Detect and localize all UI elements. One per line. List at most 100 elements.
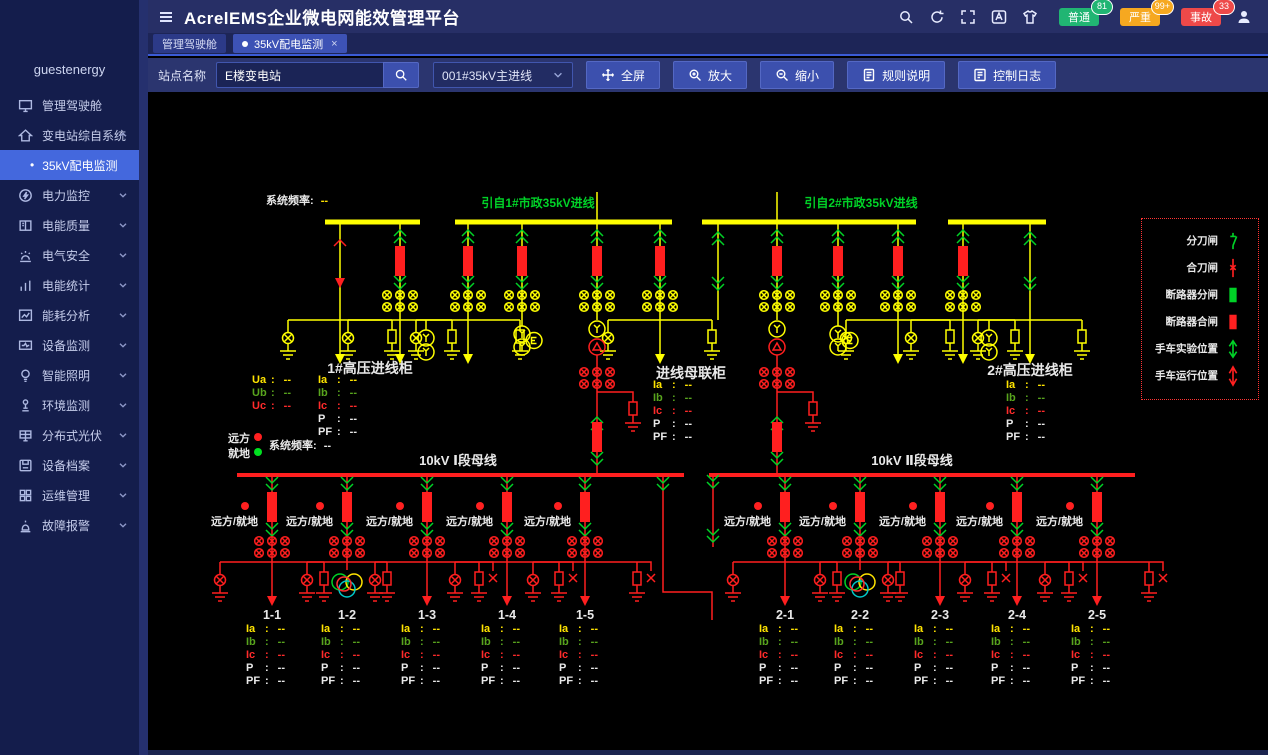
feeder-2-4[interactable] [957, 475, 1087, 606]
tab-1[interactable]: 35kV配电监测× [233, 34, 347, 53]
chevron-down-icon [117, 369, 129, 381]
header-actions: 普通81 严重99+ 事故33 [898, 8, 1268, 26]
substation-icon [18, 128, 33, 143]
feeder-1-1[interactable] [212, 475, 332, 606]
toolbar-button-4[interactable]: 控制日志 [958, 61, 1056, 89]
system-frequency-mid: 系统频率: -- [269, 437, 331, 453]
feeder-measurements-1-4: Ia:--Ib:--Ic:--P:--PF:-- [481, 623, 520, 688]
alarm-chip-2[interactable]: 事故33 [1181, 8, 1221, 26]
alarm-chip-1[interactable]: 严重99+ [1120, 8, 1160, 26]
toolbar-button-0[interactable]: 全屏 [586, 61, 660, 89]
sidebar-item-0[interactable]: 管理驾驶舱 [0, 90, 139, 120]
tab-0[interactable]: 管理驾驶舱 [153, 34, 226, 53]
toolbar-button-3[interactable]: 规则说明 [847, 61, 945, 89]
feeder-label-2-2: 2-2 [822, 608, 898, 622]
chevron-up-icon [117, 129, 129, 141]
cabinet2-label: 2#高压进线柜 [955, 360, 1105, 380]
hamburger-icon[interactable] [158, 9, 174, 25]
alarm-chip-0[interactable]: 普通81 [1059, 8, 1099, 26]
archive-icon [18, 458, 33, 473]
power-icon [18, 188, 33, 203]
close-icon[interactable]: × [331, 38, 337, 50]
site-search-input[interactable] [216, 62, 383, 88]
legend-item-3: 断路器合闸 [1142, 308, 1258, 335]
remote-local-label: 远方/就地 [697, 513, 771, 529]
chevron-down-icon [117, 339, 129, 351]
local-label: 就地 [228, 445, 250, 461]
sidebar-item-4[interactable]: 电气安全 [0, 240, 139, 270]
sidebar-item-8[interactable]: 智能照明 [0, 360, 139, 390]
sidebar-item-1[interactable]: 变电站综自系统 [0, 120, 139, 150]
feeder-measurements-2-5: Ia:--Ib:--Ic:--P:--PF:-- [1071, 623, 1110, 688]
translate-icon[interactable] [991, 9, 1007, 25]
35kv-feeder-10[interactable] [903, 222, 1023, 364]
site-search [216, 62, 419, 88]
35kv-feeder-6[interactable] [712, 222, 724, 320]
sidebar-item-3[interactable]: 电能质量 [0, 210, 139, 240]
sidebar-item-5[interactable]: 电能统计 [0, 270, 139, 300]
feeder-label-2-3: 2-3 [902, 608, 978, 622]
truck-run-symbol [1218, 364, 1248, 388]
refresh-icon[interactable] [929, 9, 945, 25]
chevron-down-icon [117, 399, 129, 411]
device-icon [18, 338, 33, 353]
sidebar-item-9[interactable]: 环境监测 [0, 390, 139, 420]
sidebar-item-2[interactable]: 电力监控 [0, 180, 139, 210]
feeder-label-1-1: 1-1 [234, 608, 310, 622]
feeder-1-4[interactable] [447, 475, 577, 606]
cabinet-tie-current: Ia:--Ib:--Ic:--P:--PF:-- [653, 379, 692, 444]
35kv-feeder-7[interactable] [760, 222, 795, 337]
toolbar: 站点名称 001#35kV主进线 全屏放大缩小规则说明控制日志 [148, 58, 1268, 92]
feeder-2-5[interactable] [1037, 475, 1167, 606]
sidebar-item-6[interactable]: 能耗分析 [0, 300, 139, 330]
environment-icon [18, 398, 33, 413]
sidebar-item-7[interactable]: 设备监测 [0, 330, 139, 360]
sidebar-subitem[interactable]: •35kV配电监测 [0, 150, 139, 180]
tab-bar: 管理驾驶舱 35kV配电监测× [148, 33, 1268, 56]
sidebar-item-13[interactable]: 故障报警 [0, 510, 139, 540]
bus-tie-column[interactable] [760, 339, 821, 475]
35kv-feeder-0[interactable] [280, 222, 400, 364]
chevron-down-icon [552, 69, 564, 81]
user-icon[interactable] [1236, 9, 1252, 25]
35kv-feeder-9[interactable] [838, 222, 958, 364]
sidebar-item-10[interactable]: 分布式光伏 [0, 420, 139, 450]
alarm-count-badge: 81 [1091, 0, 1113, 15]
35kv-feeder-1[interactable] [340, 222, 460, 364]
feeder-2-1[interactable] [725, 475, 845, 606]
35kv-feeder-5[interactable] [600, 222, 720, 364]
search-button[interactable] [383, 62, 419, 88]
switch-closed-symbol [1218, 256, 1248, 280]
legend-box: 分刀闸合刀闸断路器分闸断路器合闸手车实验位置手车运行位置 [1141, 218, 1259, 400]
toolbar-button-1[interactable]: 放大 [673, 61, 747, 89]
feeder-select[interactable]: 001#35kV主进线 [433, 62, 573, 88]
theme-icon[interactable] [1022, 9, 1038, 25]
sidebar-scrollbar[interactable] [139, 0, 148, 755]
alarm-count-badge: 99+ [1151, 0, 1174, 15]
sidebar-item-12[interactable]: 运维管理 [0, 480, 139, 510]
cabinet1-current: Ia:--Ib:--Ic:--P:--PF:-- [318, 374, 357, 439]
remote-local-label: 远方/就地 [339, 513, 413, 529]
sidebar-menu: 管理驾驶舱变电站综自系统•35kV配电监测电力监控电能质量电气安全电能统计能耗分… [0, 90, 139, 540]
search-icon[interactable] [898, 9, 914, 25]
35kv-feeder-11[interactable] [970, 222, 1090, 364]
lighting-icon [18, 368, 33, 383]
fullscreen-icon[interactable] [960, 9, 976, 25]
feeder-1-5[interactable] [525, 475, 655, 606]
feeder-measurements-1-5: Ia:--Ib:--Ic:--P:--PF:-- [559, 623, 598, 688]
username: guestenergy [0, 62, 139, 77]
remote-local-dot [241, 502, 249, 510]
alarm-count-badge: 33 [1213, 0, 1235, 15]
toolbar-button-2[interactable]: 缩小 [760, 61, 834, 89]
bus-tie-column[interactable] [580, 339, 641, 475]
breaker-closed-symbol [1218, 310, 1248, 334]
incoming-lines [597, 192, 777, 222]
sidebar-item-11[interactable]: 设备档案 [0, 450, 139, 480]
remote-local-dot [476, 502, 484, 510]
35kv-feeder-8[interactable] [821, 222, 858, 355]
safety-icon [18, 248, 33, 263]
breaker-open-symbol [1218, 283, 1248, 307]
chevron-down-icon [117, 489, 129, 501]
page-title: AcrelEMS企业微电网能效管理平台 [184, 4, 460, 29]
legend-item-2: 断路器分闸 [1142, 281, 1258, 308]
